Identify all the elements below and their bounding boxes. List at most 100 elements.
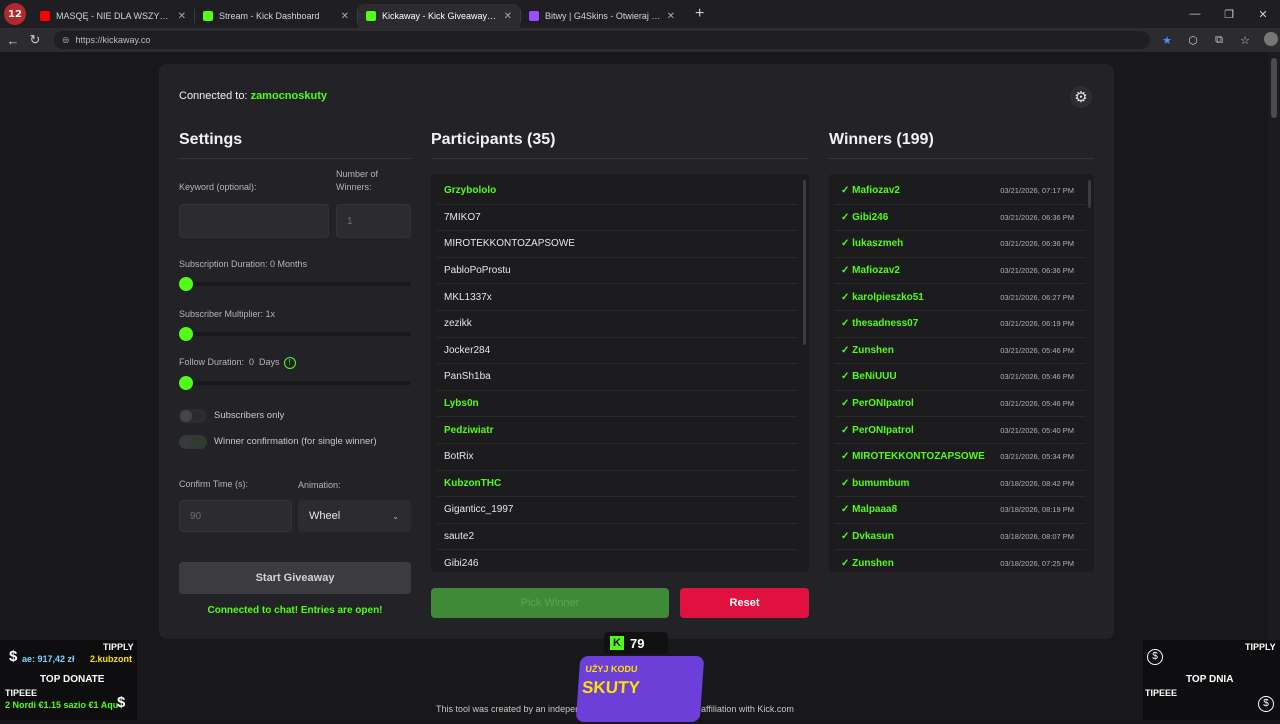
winner-time: 03/21/2026, 06:19 PM bbox=[1000, 319, 1074, 329]
winner-name: ✓ Mafiozav2 bbox=[841, 185, 900, 197]
sub-duration-label: Subscription Duration: 0 Months bbox=[179, 259, 308, 269]
left-amount-a: ae: 917,42 zł bbox=[22, 654, 75, 664]
keyword-input[interactable] bbox=[179, 204, 329, 238]
bookmark-star-icon[interactable]: ★ bbox=[1158, 34, 1176, 47]
kick-logo-icon: K bbox=[610, 636, 624, 650]
animation-select[interactable]: Wheel ⌄ bbox=[298, 500, 411, 532]
follow-duration-slider[interactable] bbox=[179, 376, 411, 390]
sub-multiplier-slider[interactable] bbox=[179, 327, 411, 341]
site-info-icon[interactable]: ⊜ bbox=[62, 35, 70, 46]
subscribers-only-label: Subscribers only bbox=[214, 410, 285, 421]
winner-row: ✓ Gibi246 03/21/2026, 06:36 PM bbox=[835, 205, 1086, 232]
participant-row: Gibi246 bbox=[437, 550, 797, 572]
participants-scrollbar[interactable] bbox=[803, 180, 806, 345]
back-icon[interactable]: ← bbox=[2, 33, 24, 48]
participant-row: KubzonTHC bbox=[437, 471, 797, 498]
info-icon[interactable]: ! bbox=[283, 356, 296, 369]
winner-confirmation-toggle[interactable] bbox=[179, 435, 207, 449]
keyword-label: Keyword (optional): bbox=[179, 182, 257, 192]
tab-close-icon[interactable]: ✕ bbox=[341, 11, 349, 22]
winner-time: 03/21/2026, 05:34 PM bbox=[1000, 452, 1074, 462]
browser-toolbar: ★ ⬡ ⧉ ☆ bbox=[1158, 31, 1280, 49]
tab-favicon-icon bbox=[366, 11, 376, 21]
reload-icon[interactable]: ↻ bbox=[24, 32, 46, 48]
winner-name: ✓ bumumbum bbox=[841, 477, 910, 489]
tab-close-icon[interactable]: ✕ bbox=[667, 11, 675, 22]
winner-time: 03/21/2026, 06:36 PM bbox=[1000, 239, 1074, 249]
profile-avatar[interactable] bbox=[1262, 31, 1280, 49]
minimize-icon[interactable]: — bbox=[1178, 8, 1212, 20]
pick-winner-button[interactable]: Pick Winner bbox=[431, 588, 669, 618]
dollar-icon: $ bbox=[117, 694, 126, 711]
follow-duration-row: Follow Duration: 0 Days! bbox=[179, 356, 296, 369]
channel-name: zamocnoskuty bbox=[250, 90, 327, 102]
participant-row: Jocker284 bbox=[437, 338, 797, 365]
url-field[interactable]: ⊜ https://kickaway.co bbox=[53, 31, 1151, 49]
new-tab-button[interactable]: + bbox=[695, 5, 704, 23]
winner-row: ✓ MIROTEKKONTOZAPSOWE 03/21/2026, 05:34 P… bbox=[835, 444, 1086, 471]
participant-row: MKL1337x bbox=[437, 284, 797, 311]
winner-confirmation-label: Winner confirmation (for single winner) bbox=[214, 436, 377, 447]
animation-label: Animation: bbox=[298, 480, 341, 490]
winner-row: ✓ BeNiUUU 03/21/2026, 05:46 PM bbox=[835, 364, 1086, 391]
chevron-down-icon: ⌄ bbox=[392, 511, 399, 521]
slider-knob[interactable] bbox=[179, 327, 193, 341]
browser-tab[interactable]: Kickaway - Kick Giveaway Tool ✕ bbox=[358, 4, 520, 28]
slider-knob[interactable] bbox=[179, 277, 193, 291]
extensions-icon[interactable]: ⬡ bbox=[1184, 34, 1202, 47]
participant-row: saute2 bbox=[437, 524, 797, 551]
restore-icon[interactable]: ❐ bbox=[1212, 8, 1246, 21]
sub-duration-slider[interactable] bbox=[179, 277, 411, 291]
winner-row: ✓ Malpaaa8 03/18/2026, 08:19 PM bbox=[835, 497, 1086, 524]
follow-duration-label: Follow Duration: 0 Days bbox=[179, 357, 280, 367]
kick-counter-badge: K 79 bbox=[604, 632, 668, 654]
reset-button[interactable]: Reset bbox=[680, 588, 809, 618]
confirm-time-input[interactable]: 90 bbox=[179, 500, 292, 532]
promo-overlay: K 79 UŻYJ KODU SKUTY bbox=[575, 632, 706, 724]
page-scrollbar[interactable] bbox=[1268, 52, 1280, 720]
winner-name: ✓ MIROTEKKONTOZAPSOWE bbox=[841, 451, 985, 463]
tippee-top-label: TIPPLY bbox=[1245, 642, 1276, 652]
participants-list[interactable]: Grzybololo 7MIKO7 MIROTEKKONTOZAPSOWE Pablo… bbox=[431, 174, 809, 572]
winners-divider bbox=[829, 158, 1094, 159]
start-giveaway-button[interactable]: Start Giveaway bbox=[179, 562, 411, 594]
winner-time: 03/18/2026, 07:25 PM bbox=[1000, 558, 1074, 568]
tab-close-icon[interactable]: ✕ bbox=[504, 11, 512, 22]
winners-count-input[interactable]: 1 bbox=[336, 204, 411, 238]
donation-overlay-right: TIPPLY $ TOP DNIA TIPEEE $ bbox=[1143, 640, 1280, 720]
winner-name: ✓ Mafiozav2 bbox=[841, 265, 900, 277]
browser-tab[interactable]: Stream - Kick Dashboard ✕ bbox=[195, 4, 357, 28]
slider-knob[interactable] bbox=[179, 376, 193, 390]
split-screen-icon[interactable]: ⧉ bbox=[1210, 34, 1228, 47]
browser-profile-icon[interactable]: 12 bbox=[4, 3, 26, 25]
winners-list[interactable]: ✓ Mafiozav2 03/21/2026, 07:17 PM ✓ Gibi246… bbox=[829, 174, 1094, 572]
winner-time: 03/18/2026, 08:07 PM bbox=[1000, 532, 1074, 542]
winner-name: ✓ karolpieszko51 bbox=[841, 291, 924, 303]
winners-title: Winners (199) bbox=[829, 131, 934, 148]
tab-title: Kickaway - Kick Giveaway Tool bbox=[382, 11, 498, 21]
winner-row: ✓ PerONIpatrol 03/21/2026, 05:46 PM bbox=[835, 391, 1086, 418]
subscribers-only-toggle[interactable] bbox=[179, 409, 207, 423]
winner-time: 03/21/2026, 05:46 PM bbox=[1000, 345, 1074, 355]
winner-row: ✓ Zunshen 03/18/2026, 07:25 PM bbox=[835, 550, 1086, 572]
tab-close-icon[interactable]: ✕ bbox=[178, 11, 186, 22]
winner-name: ✓ Gibi246 bbox=[841, 211, 889, 223]
winner-row: ✓ Mafiozav2 03/21/2026, 07:17 PM bbox=[835, 178, 1086, 205]
gear-icon[interactable]: ⚙ bbox=[1070, 86, 1092, 108]
winner-row: ✓ thesadness07 03/21/2026, 06:19 PM bbox=[835, 311, 1086, 338]
winner-row: ✓ PerONIpatrol 03/21/2026, 05:40 PM bbox=[835, 417, 1086, 444]
winners-scrollbar[interactable] bbox=[1088, 180, 1091, 208]
settings-divider bbox=[179, 158, 411, 159]
winner-name: ✓ Zunshen bbox=[841, 344, 894, 356]
participants-divider bbox=[431, 158, 809, 159]
winner-time: 03/21/2026, 06:27 PM bbox=[1000, 292, 1074, 302]
close-window-icon[interactable]: ✕ bbox=[1246, 8, 1280, 21]
browser-tab[interactable]: Bitwy | G4Skins - Otwieraj skrzynki ✕ bbox=[521, 4, 683, 28]
winner-name: ✓ Malpaaa8 bbox=[841, 504, 898, 516]
winner-time: 03/21/2026, 07:17 PM bbox=[1000, 186, 1074, 196]
favorites-icon[interactable]: ☆ bbox=[1236, 34, 1254, 47]
browser-tab[interactable]: MASQĘ - NIE DLA WSZYSTKICH ✕ bbox=[32, 4, 194, 28]
tippee-top-label: TIPPLY bbox=[103, 642, 134, 652]
winner-time: 03/21/2026, 06:36 PM bbox=[1000, 266, 1074, 276]
dollar-icon: $ bbox=[9, 648, 18, 665]
